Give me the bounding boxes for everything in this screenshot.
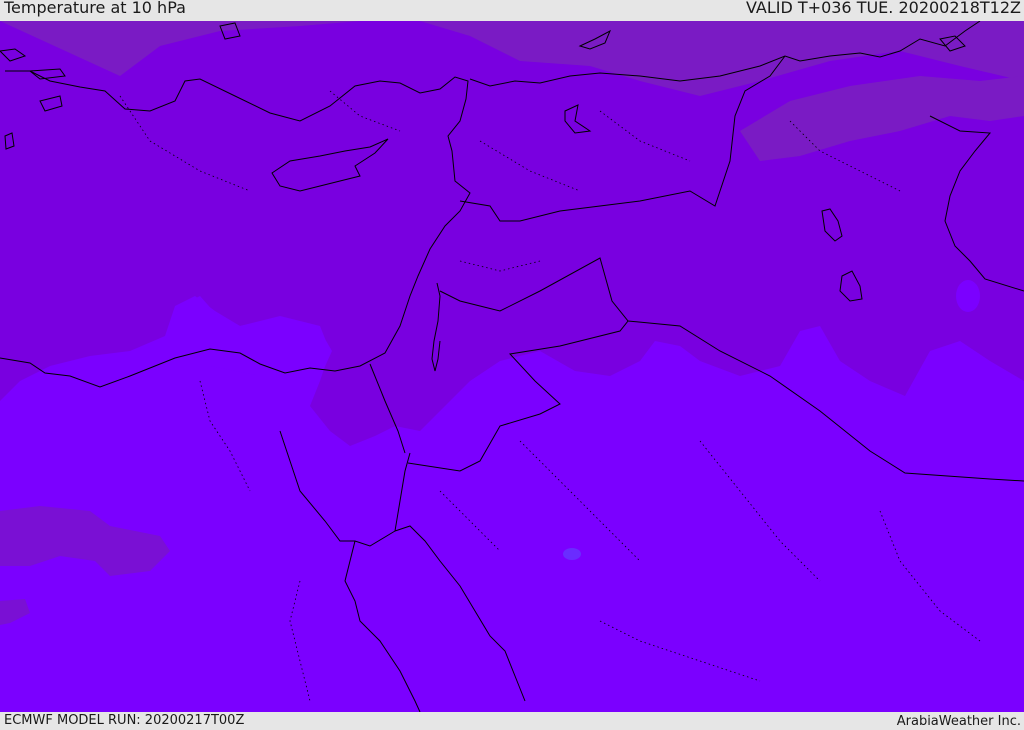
weather-map <box>0 21 1024 712</box>
temperature-patch-small-2 <box>563 548 581 560</box>
model-run: ECMWF MODEL RUN: 20200217T00Z <box>4 713 245 728</box>
header-bar: Temperature at 10 hPa VALID T+036 TUE. 2… <box>0 0 1024 21</box>
footer-bar: ECMWF MODEL RUN: 20200217T00Z ArabiaWeat… <box>0 712 1024 729</box>
map-title: Temperature at 10 hPa <box>4 0 186 17</box>
credit: ArabiaWeather Inc. <box>896 714 1021 729</box>
map-canvas <box>0 21 1024 712</box>
temperature-patch-small <box>956 280 980 312</box>
valid-time: VALID T+036 TUE. 20200218T12Z <box>745 0 1021 17</box>
